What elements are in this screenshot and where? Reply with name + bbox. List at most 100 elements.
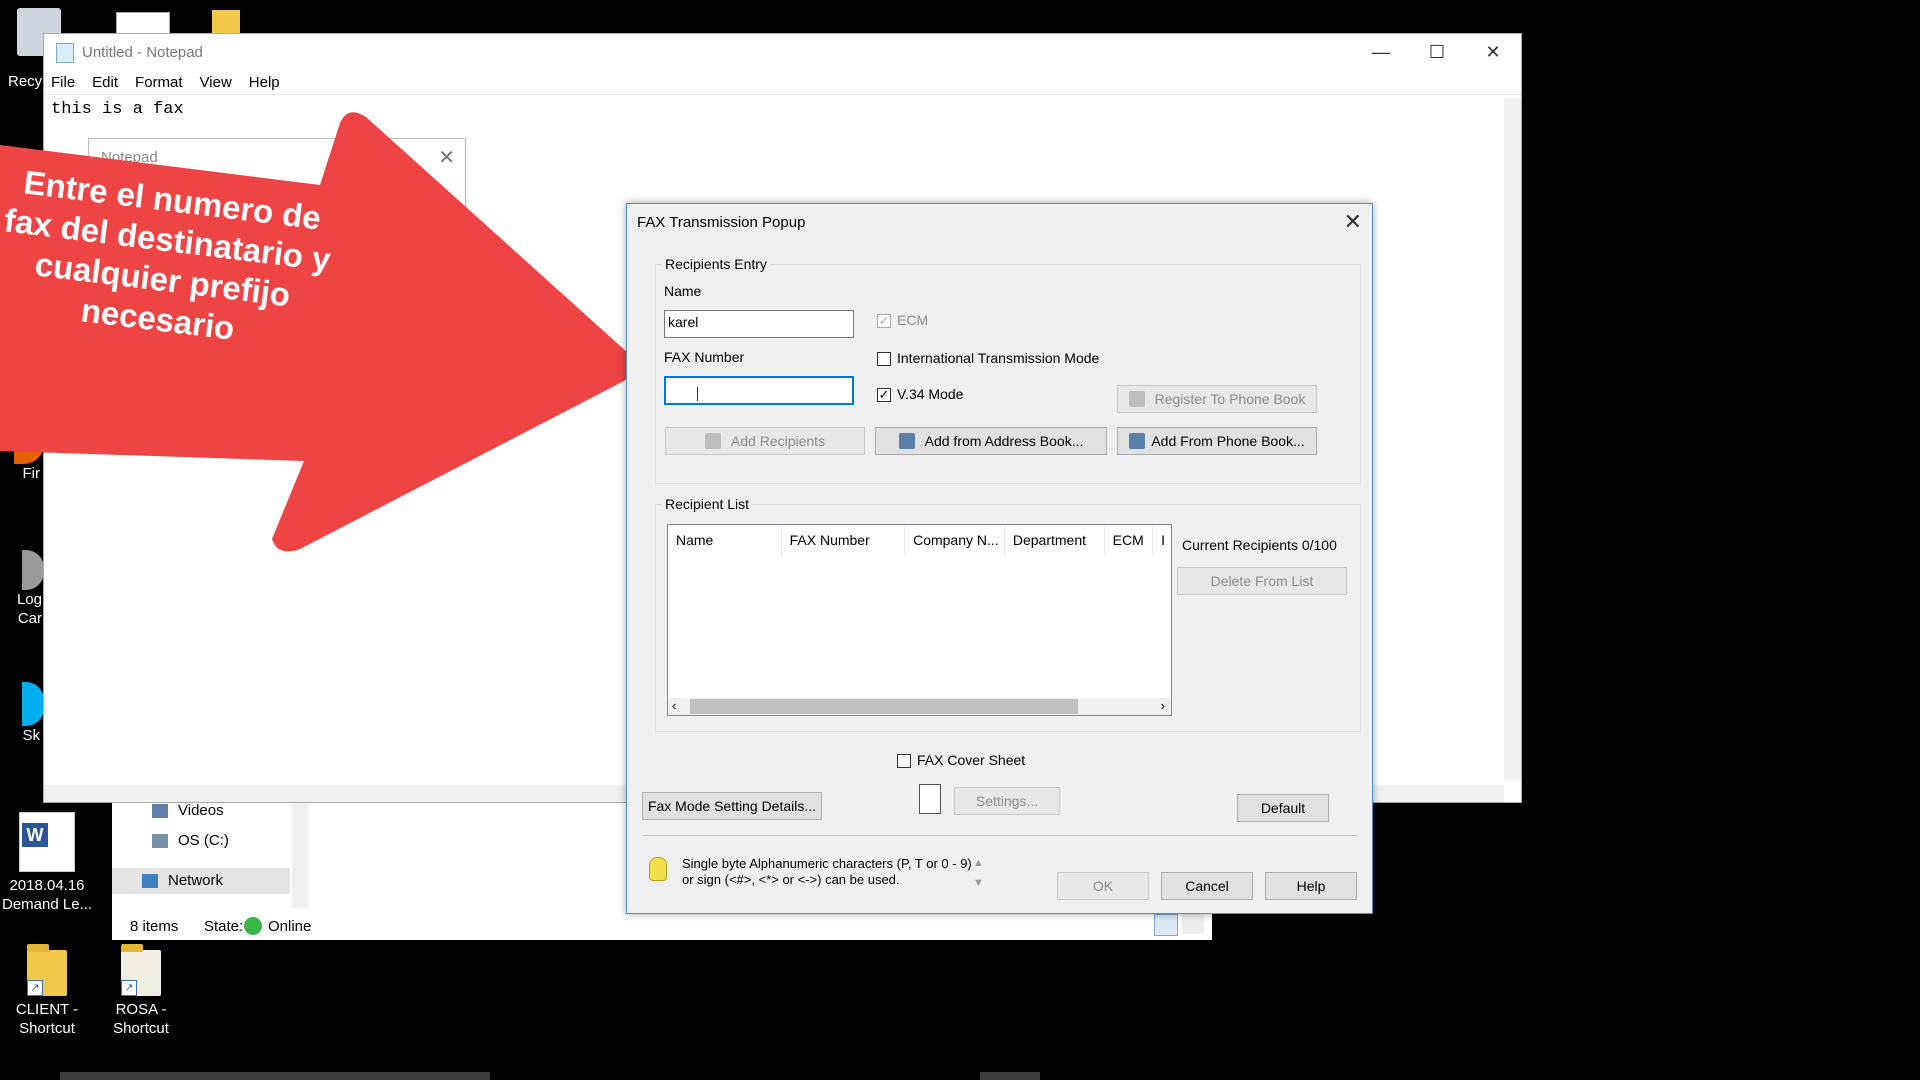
fax-cover-sheet-label: FAX Cover Sheet — [917, 752, 1026, 768]
settings-button[interactable]: Settings... — [954, 787, 1060, 815]
recipients-entry-legend: Recipients Entry — [662, 256, 770, 272]
fax-dialog-close-button[interactable]: ✕ — [1344, 209, 1362, 235]
nav-scrollbar[interactable] — [292, 800, 309, 908]
desktop-icon-label: ROSA - Shortcut — [113, 1001, 169, 1037]
recipient-list-legend: Recipient List — [662, 496, 753, 512]
register-phone-book-button[interactable]: Register To Phone Book — [1117, 385, 1317, 413]
v34-mode-checkbox[interactable]: ✓ — [877, 388, 891, 402]
rosa-shortcut-desktop-icon[interactable]: ↗ ROSA - Shortcut — [96, 944, 186, 1038]
desktop-icon-label: CLIENT - Shortcut — [15, 1001, 79, 1037]
status-state-value: Online — [268, 918, 312, 935]
ok-button[interactable]: OK — [1057, 872, 1149, 900]
col-i[interactable]: I — [1153, 525, 1171, 555]
folder-shortcut-icon: ↗ — [27, 944, 67, 996]
col-department[interactable]: Department — [1005, 525, 1105, 555]
desktop-icon-label: Sk — [22, 727, 40, 744]
address-book-icon — [898, 433, 915, 449]
nav-item-videos[interactable]: Videos — [178, 802, 224, 819]
menu-view[interactable]: View — [200, 74, 232, 91]
word-doc-desktop-icon[interactable]: 2018.04.16 Demand Le... — [2, 812, 92, 914]
maximize-button[interactable]: ☐ — [1409, 34, 1465, 71]
ecm-label: ECM — [897, 312, 929, 328]
notepad-icon — [56, 42, 74, 63]
col-fax-number[interactable]: FAX Number — [782, 525, 906, 555]
menu-edit[interactable]: Edit — [92, 74, 118, 91]
menu-file[interactable]: File — [51, 74, 75, 91]
lightbulb-icon — [649, 857, 667, 881]
nav-item-os-c[interactable]: OS (C:) — [178, 832, 229, 849]
desktop-icon-label: Log Car — [16, 591, 42, 627]
shortcut-arrow-icon: ↗ — [121, 980, 137, 996]
status-item-count: 8 items — [130, 918, 179, 935]
footer-divider — [642, 835, 1357, 836]
add-recipients-button[interactable]: Add Recipients — [665, 427, 865, 455]
close-button[interactable]: ✕ — [1465, 34, 1521, 71]
status-state-label: State: — [204, 918, 244, 935]
text-cursor-icon — [697, 387, 698, 401]
ecm-checkbox[interactable]: ✓ — [877, 314, 891, 328]
v34-mode-label: V.34 Mode — [897, 386, 964, 402]
folder-shortcut-icon: ↗ — [121, 944, 161, 996]
scroll-thumb[interactable] — [690, 699, 1078, 714]
details-view-icon[interactable] — [1154, 914, 1178, 936]
col-name[interactable]: Name — [668, 525, 782, 555]
scroll-left-icon[interactable]: ‹ — [672, 698, 676, 713]
col-company[interactable]: Company N... — [905, 525, 1005, 555]
add-recipients-label: Add Recipients — [730, 433, 826, 449]
default-label: Default — [1260, 800, 1306, 816]
register-icon — [1128, 391, 1145, 407]
notepad-titlebar[interactable]: Untitled - Notepad — [44, 34, 1521, 71]
list-horizontal-scrollbar[interactable]: ‹ › — [668, 698, 1171, 715]
input-tip-text: Single byte Alphanumeric characters (P, … — [682, 856, 972, 887]
fax-number-label: FAX Number — [664, 349, 745, 365]
fax-cover-sheet-checkbox[interactable] — [897, 754, 911, 768]
network-icon — [142, 874, 158, 888]
skype-icon — [22, 682, 44, 726]
cancel-label: Cancel — [1185, 878, 1229, 894]
window-controls: — ☐ ✕ — [1353, 34, 1521, 71]
settings-label: Settings... — [975, 793, 1039, 809]
large-icons-view-icon[interactable] — [1182, 914, 1204, 934]
down-arrow-icon — [704, 433, 721, 449]
fax-number-input[interactable] — [664, 376, 854, 405]
fax-dialog-title: FAX Transmission Popup — [637, 214, 806, 231]
menubar-divider — [44, 94, 1521, 95]
phone-book-icon — [1129, 433, 1146, 449]
taskbar-segment — [60, 1072, 490, 1080]
drive-icon — [152, 834, 168, 848]
videos-icon — [152, 804, 168, 818]
recipient-list-table[interactable]: Name FAX Number Company N... Department … — [667, 524, 1172, 716]
menu-format[interactable]: Format — [135, 74, 183, 91]
tip-scroll-down-icon[interactable]: ▼ — [973, 877, 984, 889]
nav-item-network[interactable]: Network — [168, 872, 223, 889]
skype-desktop-icon[interactable]: Sk — [0, 682, 44, 745]
scroll-right-icon[interactable]: › — [1161, 698, 1165, 713]
vertical-scrollbar[interactable] — [1504, 98, 1521, 781]
taskbar-segment — [980, 1072, 1040, 1080]
add-phone-label: Add From Phone Book... — [1151, 433, 1305, 449]
client-shortcut-desktop-icon[interactable]: ↗ CLIENT - Shortcut — [2, 944, 92, 1038]
cancel-button[interactable]: Cancel — [1161, 872, 1253, 900]
menu-help[interactable]: Help — [249, 74, 280, 91]
fax-transmission-dialog: FAX Transmission Popup ✕ Recipients Entr… — [626, 203, 1373, 914]
name-label: Name — [664, 283, 702, 299]
word-doc-icon — [19, 812, 75, 872]
cover-sheet-icon — [919, 784, 941, 814]
col-ecm[interactable]: ECM — [1105, 525, 1154, 555]
international-mode-checkbox[interactable] — [877, 352, 891, 366]
notepad-menubar: File Edit Format View Help — [44, 71, 1521, 93]
help-button[interactable]: Help — [1265, 872, 1357, 900]
add-from-phone-book-button[interactable]: Add From Phone Book... — [1117, 427, 1317, 455]
tip-scroll-up-icon[interactable]: ▲ — [973, 857, 984, 869]
ok-label: OK — [1092, 878, 1114, 894]
fax-mode-setting-details-button[interactable]: Fax Mode Setting Details... — [642, 792, 822, 820]
international-mode-label: International Transmission Mode — [897, 350, 1100, 366]
name-input[interactable]: karel — [664, 310, 854, 338]
shortcut-arrow-icon: ↗ — [27, 980, 43, 996]
minimize-button[interactable]: — — [1353, 34, 1409, 71]
delete-from-list-button[interactable]: Delete From List — [1177, 567, 1347, 595]
add-from-address-book-button[interactable]: Add from Address Book... — [875, 427, 1107, 455]
register-button-label: Register To Phone Book — [1154, 391, 1306, 407]
default-button[interactable]: Default — [1237, 794, 1329, 822]
recipient-list-header: Name FAX Number Company N... Department … — [668, 525, 1171, 555]
